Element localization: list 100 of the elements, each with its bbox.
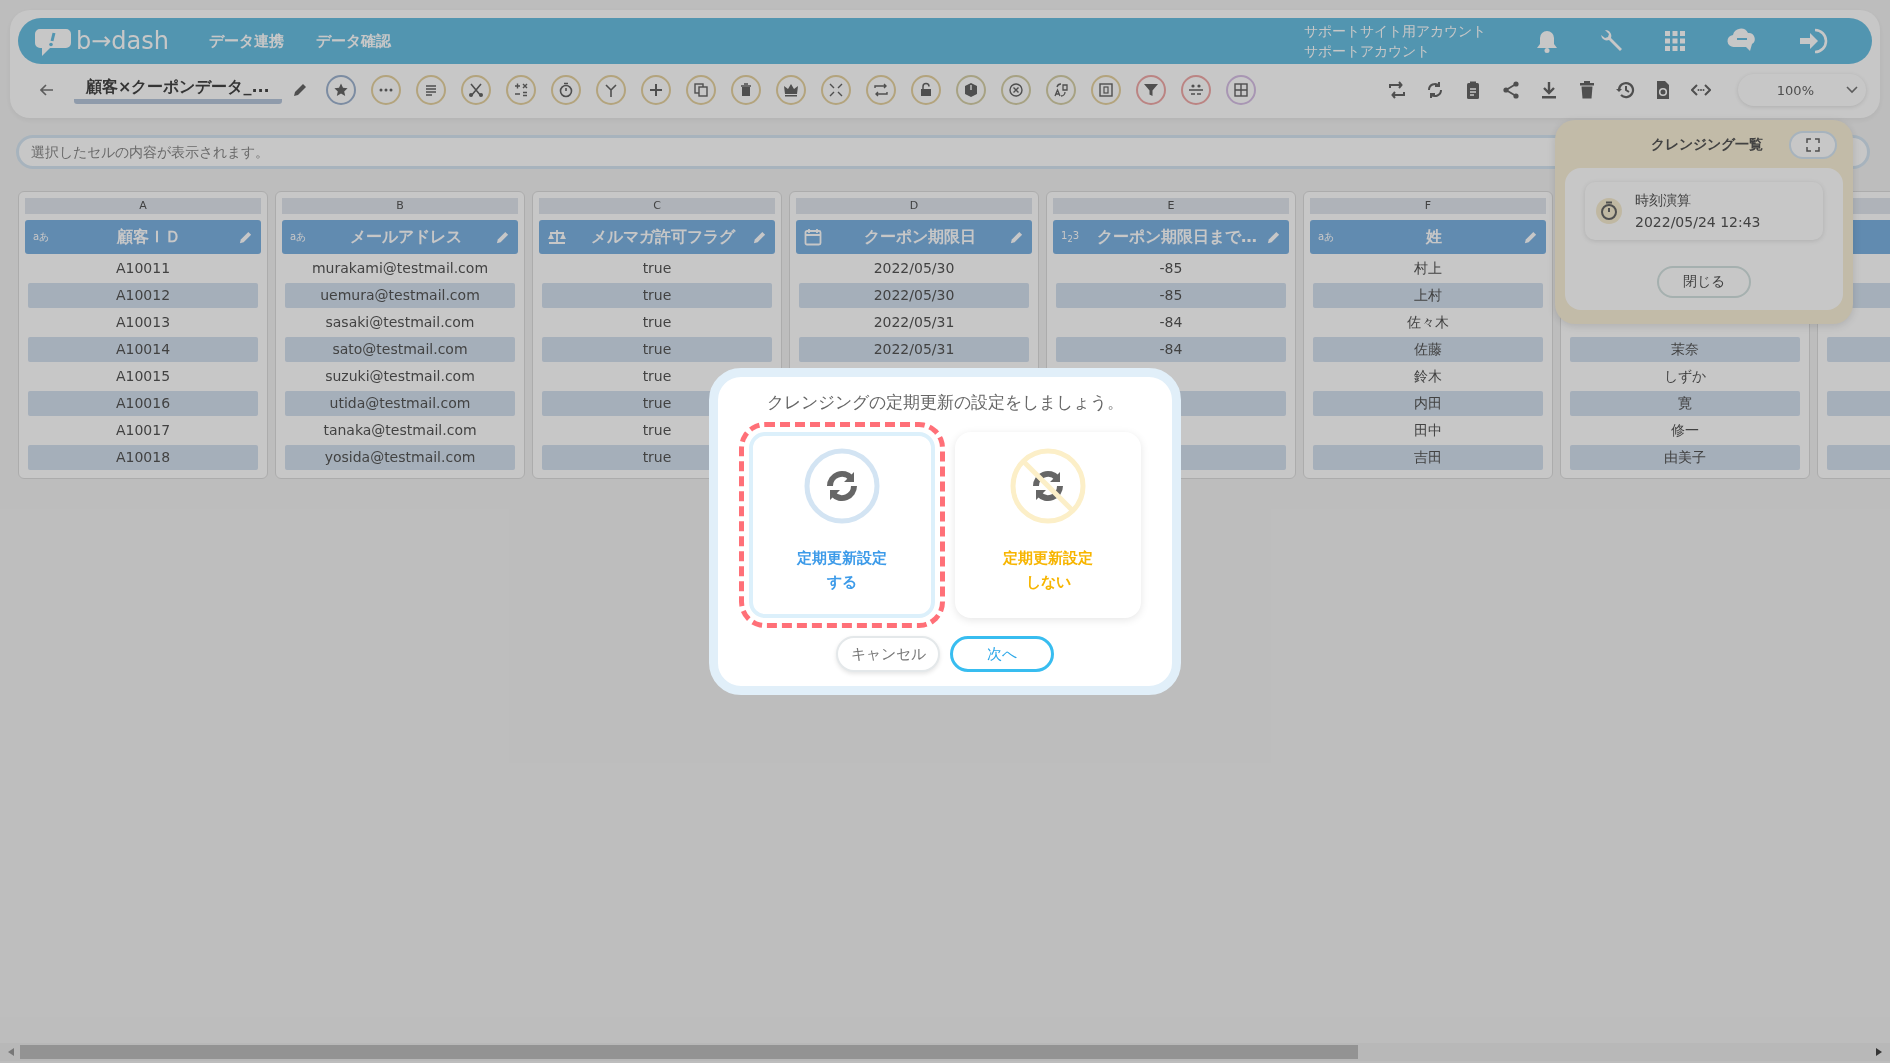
column-header[interactable]: メルマガ許可フラグ [539, 220, 775, 254]
table-cell: 内田 [1313, 391, 1543, 416]
table-cell: 由美子 [1570, 445, 1800, 470]
cleansing-item[interactable]: 時刻演算 2022/05/24 12:43 [1585, 182, 1823, 240]
type-label: aあ [33, 230, 50, 244]
column-letter: B [282, 198, 518, 214]
pencil-icon[interactable] [752, 229, 767, 245]
table-cell-text: -85 [1158, 259, 1184, 278]
table-cell: true [542, 283, 772, 308]
table-cell-text: 2022/05/30 [872, 259, 956, 278]
download-icon[interactable] [1539, 80, 1559, 100]
expand-button[interactable] [1789, 131, 1837, 159]
fork-icon[interactable] [595, 75, 626, 105]
crown-icon[interactable] [775, 75, 806, 105]
option-label: 定期更新設定 しない [1003, 548, 1093, 593]
history-icon[interactable] [1615, 80, 1635, 100]
table-cell-text: true [641, 259, 673, 278]
nav-link[interactable]: データ確認 [316, 31, 391, 51]
horizontal-scrollbar[interactable] [0, 1043, 1890, 1061]
box-icon[interactable] [955, 75, 986, 105]
shrink-icon[interactable] [820, 75, 851, 105]
type-label: aあ [1318, 230, 1335, 244]
translate-icon[interactable] [1045, 75, 1076, 105]
column-name: メルマガ許可フラグ [591, 226, 735, 248]
panel-title: クレンジング一覧 [1651, 136, 1763, 154]
pencil-icon[interactable] [291, 82, 308, 98]
copy-icon[interactable] [685, 75, 716, 105]
apps-grid-icon[interactable] [1664, 30, 1686, 52]
scroll-right-icon[interactable] [1876, 1048, 1882, 1056]
account-name: サポートサイト用アカウント [1304, 22, 1486, 41]
stopwatch-icon[interactable] [550, 75, 581, 105]
box-frame-icon[interactable] [1090, 75, 1121, 105]
column-header[interactable]: 1$_{2}$3 クーポン期限日まで… [1053, 220, 1289, 254]
table-cell-text: A10017 [114, 421, 172, 440]
lock-icon[interactable] [910, 75, 941, 105]
grid-icon[interactable] [1225, 75, 1256, 105]
account-name: サポートアカウント [1304, 42, 1431, 61]
logo-text[interactable]: b→dash [76, 27, 169, 55]
logout-icon[interactable] [1798, 28, 1828, 54]
column-header[interactable]: aあ 顧客ＩＤ [25, 220, 261, 254]
table-cell: utida@testmail.com [285, 391, 515, 416]
bell-icon[interactable] [1536, 29, 1558, 53]
table-cell-text: A10013 [114, 313, 172, 332]
scissors-icon[interactable] [460, 75, 491, 105]
table-cell-text: sasaki@testmail.com [324, 313, 476, 332]
cancel-button[interactable]: キャンセル [836, 636, 940, 672]
close-button[interactable]: 閉じる [1657, 266, 1751, 298]
table-cell-text: 鈴木 [1413, 367, 1443, 386]
zoom-select[interactable]: 100% [1738, 74, 1866, 106]
nav-link[interactable]: データ連携 [209, 31, 284, 51]
people-icon[interactable] [1180, 75, 1211, 105]
scrollbar-thumb[interactable] [20, 1045, 1358, 1059]
table-cell: 寛 [1570, 391, 1800, 416]
back-arrow-icon[interactable] [40, 84, 54, 96]
table-cell: -84 [1056, 337, 1286, 362]
pencil-icon[interactable] [1523, 229, 1538, 245]
pencil-icon[interactable] [1266, 229, 1281, 245]
repeat-icon[interactable] [1387, 80, 1407, 100]
expand-icon[interactable] [1806, 138, 1820, 152]
scroll-left-icon[interactable] [8, 1048, 14, 1056]
table-cell: 吉田 [1313, 445, 1543, 470]
table-cell: -85 [1056, 283, 1286, 308]
close-circle-icon[interactable] [1000, 75, 1031, 105]
column-name: 顧客ＩＤ [117, 226, 181, 248]
column-header[interactable]: クーポン期限日 [796, 220, 1032, 254]
trash-icon[interactable] [730, 75, 761, 105]
pencil-icon[interactable] [1009, 229, 1024, 245]
column-header[interactable]: aあ 姓 [1310, 220, 1546, 254]
calculator-icon[interactable] [505, 75, 536, 105]
plus-icon[interactable] [640, 75, 671, 105]
table-cell-text: 修一 [1670, 421, 1700, 440]
filter-icon[interactable] [1135, 75, 1166, 105]
share-icon[interactable] [1501, 80, 1521, 100]
table-cell: true [542, 337, 772, 362]
sync-disabled-icon [1010, 448, 1086, 524]
option-card[interactable]: 定期更新設定 しない [955, 432, 1141, 618]
next-button[interactable]: 次へ [950, 636, 1054, 672]
pencil-icon[interactable] [238, 229, 253, 245]
table-cell-text: A10015 [114, 367, 172, 386]
column-letter: F [1310, 198, 1546, 214]
lines-icon[interactable] [415, 75, 446, 105]
stopwatch-icon [1595, 197, 1623, 225]
item-time: 2022/05/24 12:43 [1635, 214, 1761, 230]
type-label: aあ [290, 230, 307, 244]
caret-icon[interactable] [1846, 86, 1858, 94]
column-header[interactable]: aあ メールアドレス [282, 220, 518, 254]
wrench-icon[interactable] [1598, 28, 1624, 54]
item-name: 時刻演算 [1635, 192, 1692, 210]
pencil-icon[interactable] [495, 229, 510, 245]
sync-icon[interactable] [1425, 80, 1445, 100]
table-cell: A10012 [28, 283, 258, 308]
table-cell-text: しずか [1663, 367, 1707, 386]
scale-icon [547, 228, 567, 246]
table-cell-text: -84 [1158, 313, 1184, 332]
document-title[interactable]: 顧客×クーポンデータ_... [74, 76, 282, 104]
trash-icon[interactable] [1577, 80, 1597, 100]
column-name: クーポン期限日まで… [1097, 226, 1257, 248]
table-cell-text: 2022/05/31 [872, 313, 956, 332]
swap-icon[interactable] [865, 75, 896, 105]
table-cell-text: 田中 [1413, 421, 1443, 440]
